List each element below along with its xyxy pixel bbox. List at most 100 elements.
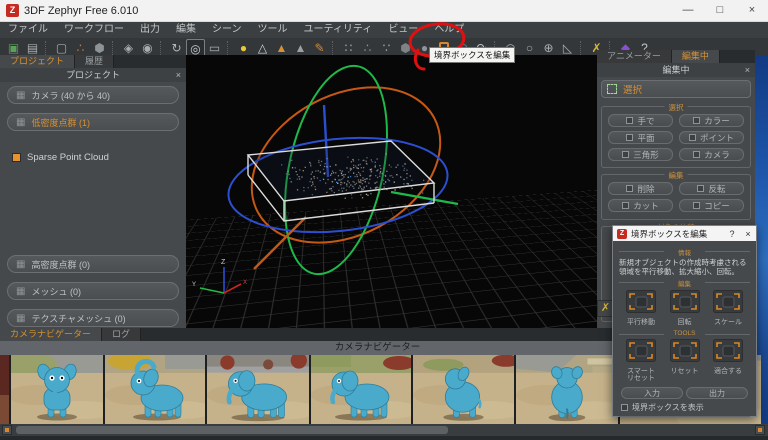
legend-color-swatch — [12, 153, 21, 162]
camera-thumbnail-side-left[interactable] — [207, 355, 309, 424]
group-0: 選択 手で カラー 平面 ポイント 三角形 カメラ — [601, 102, 751, 168]
camera-thumbnail-front[interactable] — [11, 355, 103, 424]
checkbox-icon[interactable] — [621, 403, 628, 411]
dialog-button-リセット[interactable]: リセット — [665, 338, 705, 383]
right-panel-tab[interactable]: 編集中 — [671, 50, 720, 63]
menu-item-シーン[interactable]: シーン — [204, 22, 250, 38]
transform-gizmo[interactable]: Z Y X — [186, 55, 597, 328]
camera-thumbnail-rear[interactable] — [516, 355, 618, 424]
button-icon — [693, 202, 701, 209]
checkbox-label: 境界ボックスを表示 — [632, 402, 704, 412]
edit-button-反転[interactable]: 反転 — [679, 182, 744, 195]
toolbar-separator — [45, 41, 52, 55]
scrollbar-thumb[interactable] — [16, 426, 448, 434]
dense-cloud-icon: ▦ — [16, 258, 26, 270]
scroll-left-button[interactable] — [2, 425, 12, 435]
dialog-action-入力[interactable]: 入力 — [621, 386, 683, 399]
edit-button-カット[interactable]: カット — [608, 199, 673, 212]
project-panel-title: プロジェクト — [65, 70, 120, 80]
camera-thumbnail-sliver[interactable] — [0, 355, 9, 424]
edit-button-三角形[interactable]: 三角形 — [608, 148, 673, 161]
menubar: ファイル ワークフロー 出力 編集 シーン ツール ユーティリティ ビュー ヘルプ — [0, 22, 768, 38]
selection-rect-icon — [607, 84, 617, 94]
close-button[interactable]: × — [736, 0, 768, 22]
toolbar-separator — [227, 41, 234, 55]
menu-item-ワークフロー[interactable]: ワークフロー — [56, 22, 132, 38]
dialog-button-label: スマート リセット — [627, 367, 655, 383]
dialog-button-回転[interactable]: 回転 — [665, 290, 705, 327]
right-panel-tab[interactable]: アニメーター — [597, 50, 672, 63]
edit-button-手で[interactable]: 手で — [608, 114, 673, 127]
scroll-right-button[interactable] — [755, 425, 765, 435]
menu-item-ユーティリティ[interactable]: ユーティリティ — [296, 22, 381, 38]
info-group-label: 情報 — [619, 247, 750, 257]
maximize-button[interactable]: □ — [704, 0, 736, 22]
dialog-button-適合する[interactable]: 適合する — [708, 338, 748, 383]
sparse-cloud-icon: ▦ — [16, 116, 26, 128]
titlebar: Z 3DF Zephyr Free 6.010 — □ × — [0, 0, 768, 22]
left-panel-tab[interactable]: プロジェクト — [0, 55, 76, 68]
bottom-tab[interactable]: ログ — [102, 328, 142, 341]
dialog-button-平行移動[interactable]: 平行移動 — [621, 290, 661, 327]
left-panel-tab[interactable]: 履歴 — [75, 55, 115, 68]
viewport-3d[interactable]: Z Y X — [186, 55, 597, 328]
select-button-label: 選択 — [623, 85, 643, 96]
svg-text:Y: Y — [192, 282, 196, 288]
edit-button-ポイント[interactable]: ポイント — [679, 131, 744, 144]
project-item-camera[interactable]: ▦ カメラ (40 から 40) — [7, 86, 179, 104]
button-icon — [626, 117, 634, 124]
select-mode-button[interactable]: 選択 — [601, 80, 751, 98]
svg-text:Z: Z — [221, 259, 226, 266]
menu-item-編集[interactable]: 編集 — [168, 22, 204, 38]
bottom-tab[interactable]: カメラナビゲーター — [0, 328, 103, 341]
menu-item-ヘルプ[interactable]: ヘルプ — [426, 22, 472, 38]
edit-button-カメラ[interactable]: カメラ — [679, 148, 744, 161]
project-item-mesh[interactable]: ▦ メッシュ (0) — [7, 282, 179, 300]
show-bounding-box-checkbox[interactable]: 境界ボックスを表示 — [621, 402, 750, 413]
close-icon[interactable]: × — [745, 63, 750, 77]
svg-text:X: X — [243, 280, 247, 286]
button-icon — [688, 134, 696, 141]
group-label: 選択 — [664, 102, 688, 113]
app-logo-icon: Z — [6, 4, 19, 17]
group-1: 編集 削除 反転 カット コピー — [601, 170, 751, 220]
menu-item-ビュー[interactable]: ビュー — [380, 22, 426, 38]
button-icon — [693, 151, 701, 158]
edit-bounding-box-dialog: Z 境界ボックスを編集 ? × 情報 新規オブジェクトの作成時考慮される領域を平… — [612, 225, 757, 417]
camera-icon: ▦ — [16, 89, 26, 101]
dialog-button-スケール[interactable]: スケール — [708, 290, 748, 327]
edit-button-カラー[interactable]: カラー — [679, 114, 744, 127]
dialog-close-button[interactable]: × — [740, 229, 756, 239]
bracket-icon — [626, 338, 656, 362]
minimize-button[interactable]: — — [672, 0, 704, 22]
close-icon[interactable]: × — [176, 68, 181, 82]
edit-button-コピー[interactable]: コピー — [679, 199, 744, 212]
horizontal-scrollbar[interactable] — [0, 424, 768, 436]
project-item-textured-mesh[interactable]: ▦ テクスチャメッシュ (0) — [7, 309, 179, 327]
edit-button-削除[interactable]: 削除 — [608, 182, 673, 195]
menu-item-出力[interactable]: 出力 — [132, 22, 168, 38]
project-item-sparse-cloud[interactable]: ▦ 低密度点群 (1) — [7, 113, 179, 131]
tools-group-label: TOOLS — [619, 330, 750, 337]
dialog-titlebar[interactable]: Z 境界ボックスを編集 ? × — [613, 226, 756, 241]
dialog-help-button[interactable]: ? — [724, 229, 740, 239]
menu-item-ツール[interactable]: ツール — [250, 22, 296, 38]
edit-button-平面[interactable]: 平面 — [608, 131, 673, 144]
dialog-button-スマート-リセット[interactable]: スマート リセット — [621, 338, 661, 383]
project-item-dense-cloud[interactable]: ▦ 高密度点群 (0) — [7, 255, 179, 273]
dialog-action-出力[interactable]: 出力 — [686, 386, 748, 399]
camera-thumbnail-side-left[interactable] — [311, 355, 411, 424]
dialog-button-label: リセット — [670, 367, 699, 375]
dialog-button-label: 回転 — [677, 319, 692, 326]
button-icon — [622, 202, 630, 209]
bracket-icon — [713, 338, 743, 362]
legend-sparse-point-cloud[interactable]: Sparse Point Cloud — [12, 152, 109, 163]
mesh-icon: ▦ — [16, 285, 26, 297]
menu-item-ファイル[interactable]: ファイル — [0, 22, 56, 38]
button-icon — [693, 117, 701, 124]
camera-thumbnail-rear-left[interactable] — [413, 355, 514, 424]
camera-thumbnail-trunk-up[interactable] — [105, 355, 205, 424]
bracket-icon — [626, 290, 656, 313]
toolbar-separator — [332, 41, 339, 55]
toolbar-separator — [160, 41, 167, 55]
